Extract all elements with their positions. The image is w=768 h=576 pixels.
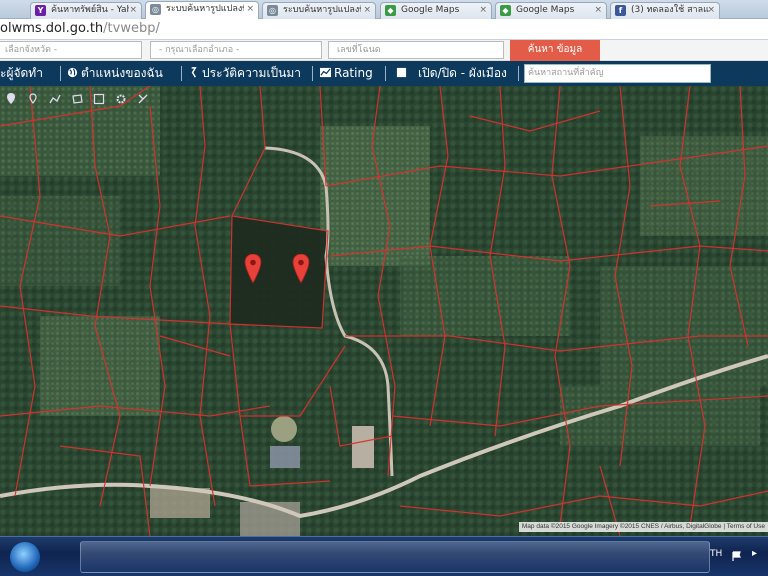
language-indicator[interactable]: TH (710, 549, 722, 559)
map-toolbar (4, 90, 154, 106)
province-select-value: เลือกจังหวัด - (5, 45, 58, 55)
address-path: /tvwebp/ (103, 21, 160, 36)
address-bar[interactable]: olwms.dol.go.th/tvwebp/ (0, 19, 768, 40)
windows-taskbar: TH ▸ (0, 536, 768, 576)
district-select[interactable]: - กรุณาเลือกอำเภอ - (150, 41, 322, 59)
nav-item-history-label: ประวัติความเป็นมา (202, 66, 302, 80)
area-tool-icon[interactable] (92, 93, 105, 106)
province-select[interactable]: เลือกจังหวัด - (0, 41, 142, 59)
browser-tab[interactable]: f (3) ทดลองใช้ สาลแม่ × (610, 2, 720, 19)
nav-item-toggle-cityplan-label: เปิด/ปิด - ผังเมือง (418, 66, 507, 80)
tab-favicon-icon: ◆ (385, 5, 396, 16)
globe-icon (67, 67, 78, 78)
browser-tab[interactable]: ◆ Google Maps × (495, 2, 607, 19)
map-marker[interactable] (292, 254, 310, 284)
nav-item-creators-label: ะผู้จัดทำ (0, 66, 43, 80)
tab-close-icon[interactable]: × (594, 3, 602, 18)
address-host: olwms.dol.go.th (0, 21, 104, 36)
browser-tab[interactable]: ◎ ระบบค้นหารูปแปลงที่ × (262, 2, 376, 19)
district-select-value: - กรุณาเลือกอำเภอ - (159, 45, 240, 55)
tab-favicon-icon: ◎ (267, 5, 278, 16)
tab-label: (3) ทดลองใช้ สาลแม่ (631, 5, 709, 15)
place-search-placeholder: ค้นหาสถานที่สำคัญ (528, 68, 604, 78)
map-attribution: Map data ©2015 Google Imagery ©2015 CNES… (518, 522, 768, 532)
nav-divider (385, 66, 386, 81)
parcel-search-form: เลือกจังหวัด - - กรุณาเลือกอำเภอ - เลขที… (0, 40, 768, 61)
show-hidden-icons-arrow[interactable]: ▸ (752, 548, 757, 559)
gear-tool-icon[interactable] (114, 93, 127, 106)
taskbar-browser-window[interactable] (80, 541, 710, 573)
square-icon (396, 67, 407, 78)
start-button[interactable] (10, 542, 40, 572)
nav-item-rating[interactable]: Rating (320, 65, 373, 82)
parcel-number-input[interactable]: เลขที่โฉนด (328, 41, 504, 59)
browser-tab[interactable]: ◎ ระบบค้นหารูปแปลงที่ดิน× (145, 1, 259, 19)
satellite-map[interactable]: Map data ©2015 Google Imagery ©2015 CNES… (0, 86, 768, 536)
search-submit-label: ค้นหา ข้อมูล (527, 44, 583, 55)
tab-close-icon[interactable]: × (246, 2, 254, 17)
tab-favicon-icon: ◎ (150, 4, 161, 15)
nav-divider (518, 66, 519, 81)
satellite-imagery (0, 86, 768, 536)
action-center-flag-icon[interactable] (732, 551, 742, 561)
tab-close-icon[interactable]: × (707, 3, 715, 18)
nav-divider (312, 66, 313, 81)
polygon-tool-icon[interactable] (70, 93, 83, 106)
nav-item-toggle-cityplan[interactable]: เปิด/ปิด - ผังเมือง (396, 65, 507, 82)
browser-tab-strip: Yค้นหาทรัพย์สิน - Yah×◎ระบบค้นหารูปแปลงท… (0, 0, 768, 19)
tab-favicon-icon: f (615, 5, 626, 16)
map-marker[interactable] (244, 254, 262, 284)
nav-item-my-location-label: ตำแหน่งของฉัน (81, 66, 163, 80)
nav-menu: ะผู้จัดทำ ตำแหน่งของฉัน ประวัติความเป็นม… (0, 61, 768, 86)
tab-favicon-icon: Y (35, 5, 46, 16)
tab-favicon-icon: ◆ (500, 5, 511, 16)
chart-icon (320, 67, 331, 78)
tab-label: ค้นหาทรัพย์สิน - Yah (51, 5, 129, 15)
nav-item-rating-label: Rating (334, 66, 373, 80)
nav-divider (60, 66, 61, 81)
pin-outline-tool-icon[interactable] (26, 93, 39, 106)
browser-tab[interactable]: ◆ Google Maps × (380, 2, 492, 19)
polyline-tool-icon[interactable] (48, 93, 61, 106)
tab-label: ระบบค้นหารูปแปลงที่ (283, 5, 361, 15)
tab-label: ระบบค้นหารูปแปลงที่ดิน (166, 4, 244, 14)
tab-label: Google Maps (401, 5, 460, 15)
pin-tool-icon[interactable] (4, 93, 17, 106)
eraser-tool-icon[interactable] (137, 93, 150, 106)
history-icon (191, 67, 197, 78)
tab-label: Google Maps (516, 5, 575, 15)
tab-close-icon[interactable]: × (479, 3, 487, 18)
nav-item-my-location[interactable]: ตำแหน่งของฉัน (67, 65, 163, 82)
browser-tab[interactable]: Y ค้นหาทรัพย์สิน - Yah × (30, 2, 142, 19)
search-submit-button[interactable]: ค้นหา ข้อมูล (510, 40, 600, 61)
nav-divider (181, 66, 182, 81)
parcel-number-placeholder: เลขที่โฉนด (337, 45, 381, 55)
place-search-input[interactable]: ค้นหาสถานที่สำคัญ (524, 64, 711, 83)
nav-item-history[interactable]: ประวัติความเป็นมา (188, 65, 301, 82)
tab-close-icon[interactable]: × (363, 3, 371, 18)
tab-close-icon[interactable]: × (129, 3, 137, 18)
nav-item-creators[interactable]: ะผู้จัดทำ (0, 65, 43, 82)
